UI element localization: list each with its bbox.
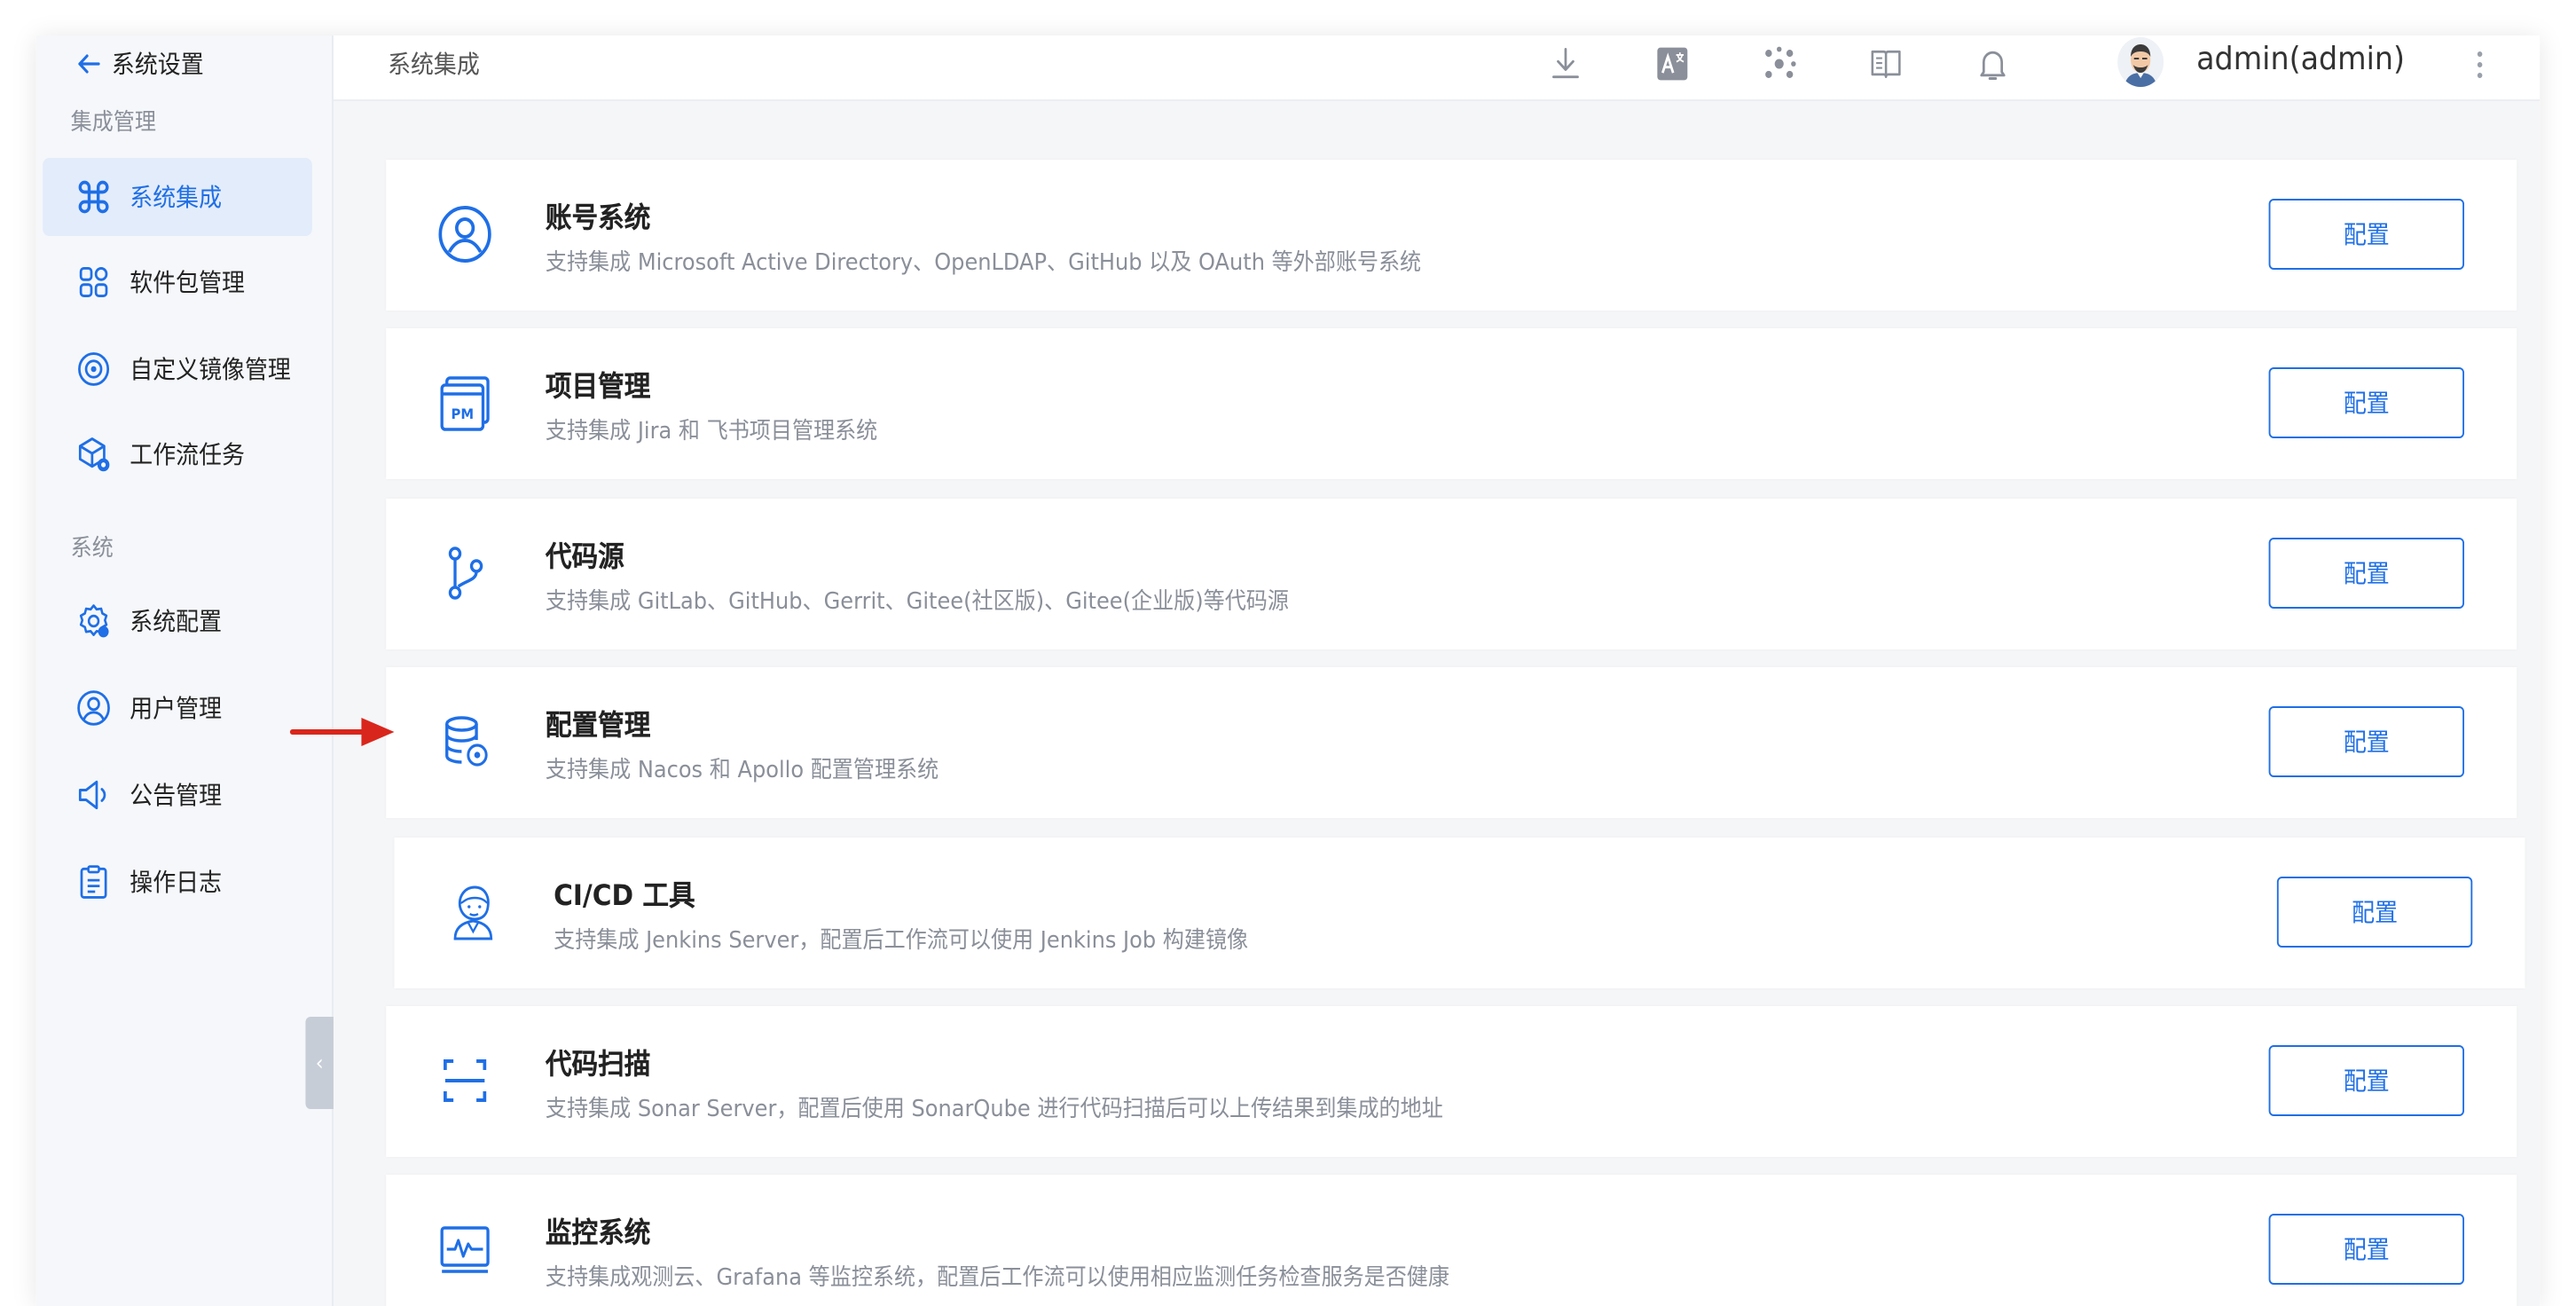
sidebar-item-label: 用户管理 bbox=[130, 696, 223, 724]
configure-button[interactable]: 配置 bbox=[2276, 877, 2473, 948]
sidebar-item-label: 工作流任务 bbox=[130, 442, 245, 470]
integration-card-cicd: CI/CD 工具 支持集成 Jenkins Server，配置后工作流可以使用 … bbox=[394, 838, 2525, 988]
download-icon[interactable] bbox=[1546, 43, 1585, 85]
sidebar-item-custom-images[interactable]: 自定义镜像管理 bbox=[43, 330, 312, 408]
card-title: 监控系统 bbox=[545, 1216, 651, 1249]
sidebar-item-system-integration[interactable]: 系统集成 bbox=[43, 158, 312, 236]
card-title: CI/CD 工具 bbox=[554, 878, 695, 912]
group-title-system: 系统 bbox=[70, 536, 114, 563]
integration-card-code-source: 代码源 支持集成 GitLab、GitHub、Gerrit、Gitee(社区版)… bbox=[386, 499, 2517, 649]
translate-icon[interactable] bbox=[1653, 43, 1692, 85]
git-branch-icon bbox=[436, 541, 495, 605]
card-title: 项目管理 bbox=[545, 369, 651, 403]
app-window: 系统设置 集成管理 系统集成 软件包管理 自定义镜像管理 工作流任务 系统 系统… bbox=[35, 35, 2541, 1306]
svg-text:PM: PM bbox=[452, 405, 475, 422]
plugin-icon[interactable] bbox=[1759, 43, 1798, 85]
dot bbox=[2476, 51, 2482, 56]
sidebar-item-label: 系统配置 bbox=[130, 609, 223, 637]
sidebar-collapse-toggle[interactable]: ‹ bbox=[305, 1017, 334, 1109]
configure-button[interactable]: 配置 bbox=[2268, 367, 2464, 438]
sidebar-item-workflow-tasks[interactable]: 工作流任务 bbox=[43, 415, 312, 493]
back-button[interactable]: 系统设置 bbox=[75, 48, 204, 80]
monitor-icon bbox=[436, 1217, 495, 1281]
docs-icon[interactable] bbox=[1866, 43, 1905, 85]
integration-card-account: 账号系统 支持集成 Microsoft Active Directory、Ope… bbox=[386, 160, 2517, 311]
configure-button[interactable]: 配置 bbox=[2268, 706, 2464, 777]
arrow-right-icon bbox=[289, 718, 395, 746]
pm-icon: PM bbox=[436, 371, 495, 435]
back-label: 系统设置 bbox=[111, 51, 204, 80]
sidebar-item-operation-logs[interactable]: 操作日志 bbox=[43, 843, 312, 921]
package-icon bbox=[75, 263, 112, 302]
sidebar: 系统设置 集成管理 系统集成 软件包管理 自定义镜像管理 工作流任务 系统 系统… bbox=[35, 35, 334, 1306]
card-description: 支持集成 Jenkins Server，配置后工作流可以使用 Jenkins J… bbox=[554, 928, 1249, 955]
page-title: 系统集成 bbox=[388, 51, 480, 80]
card-description: 支持集成观测云、Grafana 等监控系统，配置后工作流可以使用相应监测任务检查… bbox=[545, 1265, 1449, 1292]
card-description: 支持集成 Microsoft Active Directory、OpenLDAP… bbox=[545, 250, 1422, 277]
workflow-task-icon bbox=[75, 435, 112, 474]
configure-button[interactable]: 配置 bbox=[2268, 1045, 2464, 1116]
log-icon bbox=[75, 862, 112, 901]
group-title-integration: 集成管理 bbox=[70, 110, 156, 137]
sidebar-item-system-config[interactable]: 系统配置 bbox=[43, 582, 312, 660]
sidebar-item-users[interactable]: 用户管理 bbox=[43, 669, 312, 747]
card-title: 配置管理 bbox=[545, 708, 651, 742]
card-description: 支持集成 Jira 和 飞书项目管理系统 bbox=[545, 419, 878, 445]
card-title: 代码源 bbox=[545, 539, 624, 573]
sidebar-item-label: 公告管理 bbox=[130, 783, 223, 811]
jenkins-icon bbox=[444, 880, 503, 944]
configure-button[interactable]: 配置 bbox=[2268, 1214, 2464, 1285]
arrow-left-icon bbox=[78, 54, 100, 74]
config-db-icon bbox=[436, 710, 495, 774]
sidebar-item-label: 自定义镜像管理 bbox=[130, 357, 291, 385]
integration-icon bbox=[75, 177, 112, 216]
card-description: 支持集成 Nacos 和 Apollo 配置管理系统 bbox=[545, 758, 939, 784]
account-icon bbox=[436, 202, 495, 266]
user-icon bbox=[75, 688, 112, 728]
integration-card-code-scan: 代码扫描 支持集成 Sonar Server，配置后使用 SonarQube 进… bbox=[386, 1006, 2517, 1157]
dot bbox=[2476, 72, 2482, 77]
sidebar-item-packages[interactable]: 软件包管理 bbox=[43, 243, 312, 321]
integration-card-monitoring: 监控系统 支持集成观测云、Grafana 等监控系统，配置后工作流可以使用相应监… bbox=[386, 1175, 2517, 1306]
integration-card-config-management: 配置管理 支持集成 Nacos 和 Apollo 配置管理系统 配置 bbox=[386, 667, 2517, 818]
announcement-icon bbox=[75, 775, 112, 814]
configure-button[interactable]: 配置 bbox=[2268, 199, 2464, 270]
avatar-image bbox=[2117, 37, 2164, 87]
user-name[interactable]: admin(admin) bbox=[2196, 41, 2405, 78]
card-title: 代码扫描 bbox=[545, 1047, 651, 1081]
dot bbox=[2476, 61, 2482, 67]
integration-card-project-management: PM 项目管理 支持集成 Jira 和 飞书项目管理系统 配置 bbox=[386, 328, 2517, 479]
card-description: 支持集成 Sonar Server，配置后使用 SonarQube 进行代码扫描… bbox=[545, 1097, 1443, 1123]
configure-button[interactable]: 配置 bbox=[2268, 538, 2464, 609]
settings-icon bbox=[75, 602, 112, 641]
avatar[interactable] bbox=[2117, 37, 2164, 87]
sidebar-item-announcements[interactable]: 公告管理 bbox=[43, 756, 312, 834]
sidebar-item-label: 操作日志 bbox=[130, 869, 223, 898]
bell-icon[interactable] bbox=[1973, 43, 2012, 85]
scan-icon bbox=[436, 1049, 495, 1113]
sidebar-item-label: 软件包管理 bbox=[130, 270, 245, 298]
main-content: 账号系统 支持集成 Microsoft Active Directory、Ope… bbox=[333, 101, 2541, 1306]
chevron-left-icon: ‹ bbox=[315, 1050, 324, 1075]
card-description: 支持集成 GitLab、GitHub、Gerrit、Gitee(社区版)、Git… bbox=[545, 589, 1289, 616]
sidebar-item-label: 系统集成 bbox=[130, 185, 223, 213]
image-icon bbox=[75, 350, 112, 389]
card-title: 账号系统 bbox=[545, 201, 651, 234]
more-menu-button[interactable] bbox=[2470, 43, 2489, 85]
top-bar: 系统集成 admin(admin) bbox=[333, 35, 2541, 101]
